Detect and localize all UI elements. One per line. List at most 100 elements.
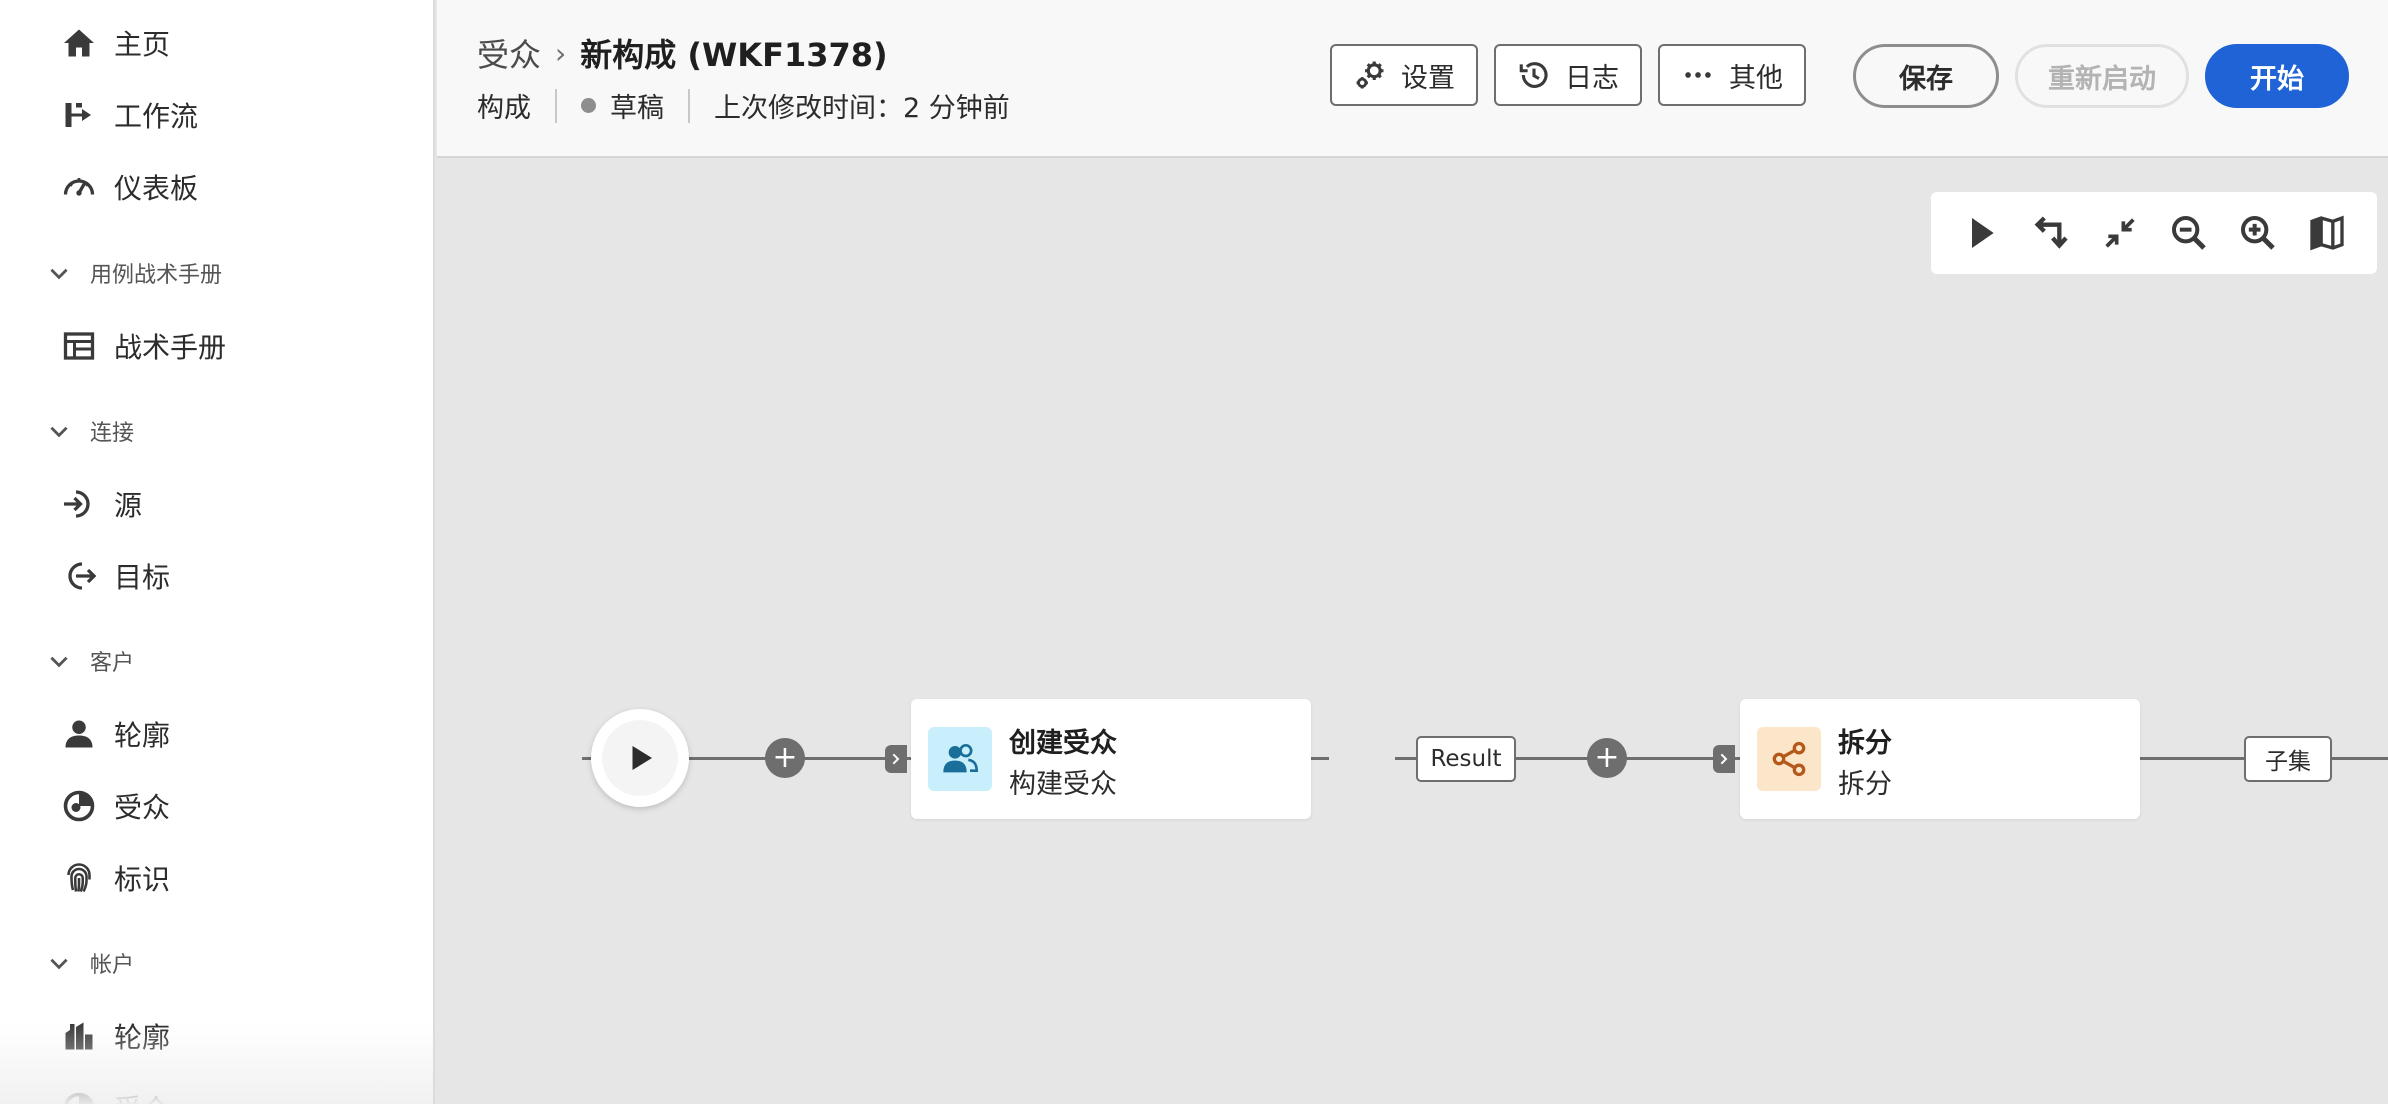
- history-icon: [1519, 62, 1548, 88]
- undo-redo-button[interactable]: [2025, 207, 2077, 259]
- settings-button[interactable]: 设置: [1330, 44, 1478, 106]
- section-label: 连接: [90, 421, 135, 446]
- composition-type: 构成: [477, 93, 531, 124]
- audience-icon: [943, 743, 979, 773]
- fingerprint-icon: [60, 859, 98, 897]
- add-activity-button[interactable]: +: [765, 738, 805, 778]
- more-button[interactable]: 其他: [1658, 44, 1806, 106]
- source-icon: [60, 485, 98, 523]
- sidebar-item-label: 轮廓: [114, 1021, 171, 1054]
- sidebar-item-account-audiences[interactable]: 受众: [60, 1083, 170, 1104]
- sidebar-item-label: 受众: [114, 791, 171, 824]
- sidebar-item-workflows[interactable]: 工作流: [60, 90, 198, 140]
- input-port: [885, 745, 907, 773]
- home-icon: [60, 24, 98, 62]
- transition-label-subset[interactable]: 子集: [2244, 736, 2332, 782]
- sidebar-item-identities[interactable]: 标识: [60, 853, 170, 903]
- start-button[interactable]: 开始: [2205, 44, 2349, 108]
- status-dot: [581, 98, 596, 113]
- destination-icon: [60, 557, 98, 595]
- undo-redo-icon: [2034, 216, 2068, 249]
- user-icon: [60, 715, 98, 753]
- sidebar-item-home[interactable]: 主页: [60, 18, 170, 68]
- chevron-down-icon: [50, 656, 68, 668]
- sidebar-item-label: 标识: [114, 863, 171, 896]
- section-connections[interactable]: 连接: [46, 411, 134, 451]
- sidebar-item-label: 目标: [114, 561, 171, 594]
- workflow-start-button[interactable]: [591, 709, 689, 807]
- composition-meta: 构成 草稿 上次修改时间：2 分钟前: [477, 86, 1010, 125]
- sidebar-item-account-profiles[interactable]: 轮廓: [60, 1011, 170, 1061]
- sidebar-item-customer-audiences[interactable]: 受众: [60, 781, 170, 831]
- activity-node-split[interactable]: 拆分 拆分: [1740, 699, 2140, 819]
- breadcrumb-separator: ›: [555, 36, 567, 70]
- activity-node-build-audience[interactable]: 创建受众 构建受众: [911, 699, 1311, 819]
- sidebar-item-label: 战术手册: [114, 331, 227, 364]
- sidebar-item-customer-profiles[interactable]: 轮廓: [60, 709, 170, 759]
- sidebar-item-dashboards[interactable]: 仪表板: [60, 162, 198, 212]
- workflow-icon: [60, 96, 98, 134]
- section-label: 客户: [90, 651, 135, 676]
- chevron-right-icon: [892, 753, 900, 765]
- table-icon: [60, 327, 98, 365]
- status-badge: 草稿: [610, 93, 664, 124]
- save-button[interactable]: 保存: [1853, 44, 1999, 108]
- chevron-right-icon: [1720, 753, 1728, 765]
- sidebar-item-label: 工作流: [114, 100, 199, 133]
- sidebar-item-label: 仪表板: [114, 172, 199, 205]
- input-port: [1713, 745, 1735, 773]
- select-icon: [1971, 218, 1994, 248]
- sidebar-item-label: 轮廓: [114, 719, 171, 752]
- more-icon: [1685, 72, 1711, 78]
- section-playbooks[interactable]: 用例战术手册: [46, 253, 222, 293]
- breadcrumb-parent-link[interactable]: 受众: [477, 30, 541, 76]
- node-subtitle: 拆分: [1838, 769, 1892, 800]
- node-subtitle: 构建受众: [1009, 769, 1117, 800]
- section-label: 用例战术手册: [90, 263, 223, 288]
- zoom-in-button[interactable]: [2232, 207, 2284, 259]
- settings-button-label: 设置: [1401, 62, 1455, 94]
- section-label: 帐户: [90, 953, 135, 978]
- restart-button[interactable]: 重新启动: [2015, 44, 2189, 108]
- section-account[interactable]: 帐户: [46, 943, 134, 983]
- gears-icon: [1356, 61, 1384, 89]
- collapse-button[interactable]: [2094, 207, 2146, 259]
- split-icon: [1772, 741, 1806, 777]
- zoom-out-icon: [2171, 216, 2206, 250]
- chevron-down-icon: [50, 426, 68, 438]
- divider: [688, 88, 690, 123]
- divider: [555, 88, 557, 123]
- map-icon: [2309, 215, 2344, 251]
- page-title: 新构成 (WKF1378): [580, 36, 888, 74]
- page-header: 受众 › 新构成 (WKF1378) 构成 草稿 上次修改时间：2 分钟前 设置…: [437, 0, 2388, 158]
- node-icon-box: [1757, 727, 1821, 791]
- add-activity-button[interactable]: +: [1587, 738, 1627, 778]
- transition-label-result[interactable]: Result: [1416, 736, 1516, 782]
- logs-button-label: 日志: [1565, 62, 1619, 94]
- sidebar-item-label: 主页: [114, 28, 171, 61]
- collapse-icon: [2104, 218, 2135, 248]
- section-customer[interactable]: 客户: [46, 641, 134, 681]
- chevron-down-icon: [50, 268, 68, 280]
- select-tool-button[interactable]: [1956, 207, 2008, 259]
- audience-segment-icon: [60, 1089, 98, 1104]
- node-icon-box: [928, 727, 992, 791]
- more-button-label: 其他: [1729, 62, 1783, 94]
- logs-button[interactable]: 日志: [1494, 44, 1642, 106]
- workflow-canvas[interactable]: + 创建受众 构建受众 Result + 拆分 拆分 子集: [437, 160, 2388, 1104]
- zoom-out-button[interactable]: [2163, 207, 2215, 259]
- zoom-in-icon: [2240, 216, 2275, 250]
- left-sidebar: 主页 工作流 仪表板 用例战术手册 战术手册 连接 源 目标 客户 轮廓 受众 …: [0, 0, 435, 1104]
- play-icon: [632, 746, 652, 770]
- node-title: 拆分: [1838, 728, 1892, 759]
- building-icon: [60, 1017, 98, 1055]
- sidebar-item-playbooks[interactable]: 战术手册: [60, 321, 226, 371]
- gauge-icon: [60, 168, 98, 206]
- sidebar-item-destinations[interactable]: 目标: [60, 551, 170, 601]
- last-modified: 上次修改时间：2 分钟前: [714, 93, 1010, 124]
- sidebar-item-label: 源: [114, 489, 143, 522]
- audience-segment-icon: [60, 787, 98, 825]
- sidebar-item-sources[interactable]: 源: [60, 479, 142, 529]
- minimap-button[interactable]: [2301, 207, 2353, 259]
- chevron-down-icon: [50, 958, 68, 970]
